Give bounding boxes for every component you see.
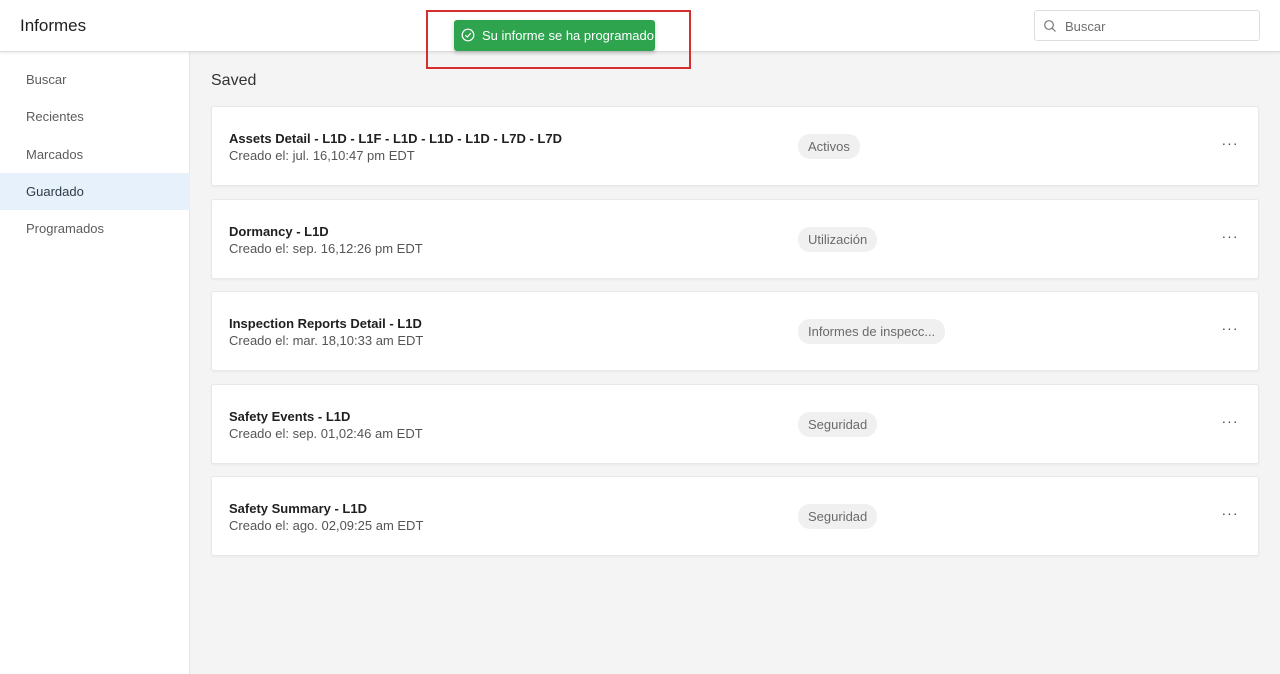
report-card[interactable]: Dormancy - L1D Creado el: sep. 16,12:26 …	[211, 199, 1259, 279]
more-options-button[interactable]: ···	[1218, 133, 1242, 157]
check-circle-icon	[461, 28, 475, 42]
report-card[interactable]: Safety Events - L1D Creado el: sep. 01,0…	[211, 384, 1259, 464]
report-name[interactable]: Safety Events - L1D	[229, 409, 350, 424]
more-options-button[interactable]: ···	[1218, 226, 1242, 250]
report-name[interactable]: Dormancy - L1D	[229, 224, 329, 239]
more-options-button[interactable]: ···	[1218, 318, 1242, 342]
search-box[interactable]	[1034, 10, 1260, 41]
sidebar-item-programados[interactable]: Programados	[0, 210, 190, 247]
category-tag: Seguridad	[798, 412, 878, 437]
report-card[interactable]: Inspection Reports Detail - L1D Creado e…	[211, 291, 1259, 371]
category-tag: Seguridad	[798, 504, 878, 529]
report-name[interactable]: Safety Summary - L1D	[229, 501, 367, 516]
more-options-button[interactable]: ···	[1218, 411, 1242, 435]
main-content: Saved Assets Detail - L1D - L1F - L1D - …	[190, 52, 1280, 674]
more-options-button[interactable]: ···	[1218, 503, 1242, 527]
section-title: Saved	[211, 72, 257, 89]
report-card[interactable]: Safety Summary - L1D Creado el: ago. 02,…	[211, 476, 1259, 556]
sidebar-item-buscar[interactable]: Buscar	[0, 61, 190, 98]
category-tag: Informes de inspecc...	[798, 319, 946, 344]
report-created: Creado el: ago. 02,09:25 am EDT	[229, 518, 424, 533]
report-created: Creado el: jul. 16,10:47 pm EDT	[229, 148, 415, 163]
search-input[interactable]	[1065, 15, 1253, 37]
category-tag: Utilización	[798, 227, 878, 252]
report-name[interactable]: Assets Detail - L1D - L1F - L1D - L1D - …	[229, 131, 562, 146]
sidebar-item-guardado[interactable]: Guardado	[0, 173, 190, 210]
report-created: Creado el: sep. 16,12:26 pm EDT	[229, 241, 423, 256]
app-title: Informes	[20, 16, 87, 35]
sidebar-item-recientes[interactable]: Recientes	[0, 98, 190, 135]
search-icon	[1044, 20, 1056, 32]
success-toast: Su informe se ha programado.	[454, 20, 658, 51]
toast-message: Su informe se ha programado.	[482, 28, 658, 43]
report-card[interactable]: Assets Detail - L1D - L1F - L1D - L1D - …	[211, 106, 1259, 186]
report-created: Creado el: mar. 18,10:33 am EDT	[229, 333, 424, 348]
report-name[interactable]: Inspection Reports Detail - L1D	[229, 316, 422, 331]
report-created: Creado el: sep. 01,02:46 am EDT	[229, 426, 423, 441]
sidebar-item-marcados[interactable]: Marcados	[0, 136, 190, 173]
sidebar: Buscar Recientes Marcados Guardado Progr…	[0, 52, 190, 674]
category-tag: Activos	[798, 134, 860, 159]
